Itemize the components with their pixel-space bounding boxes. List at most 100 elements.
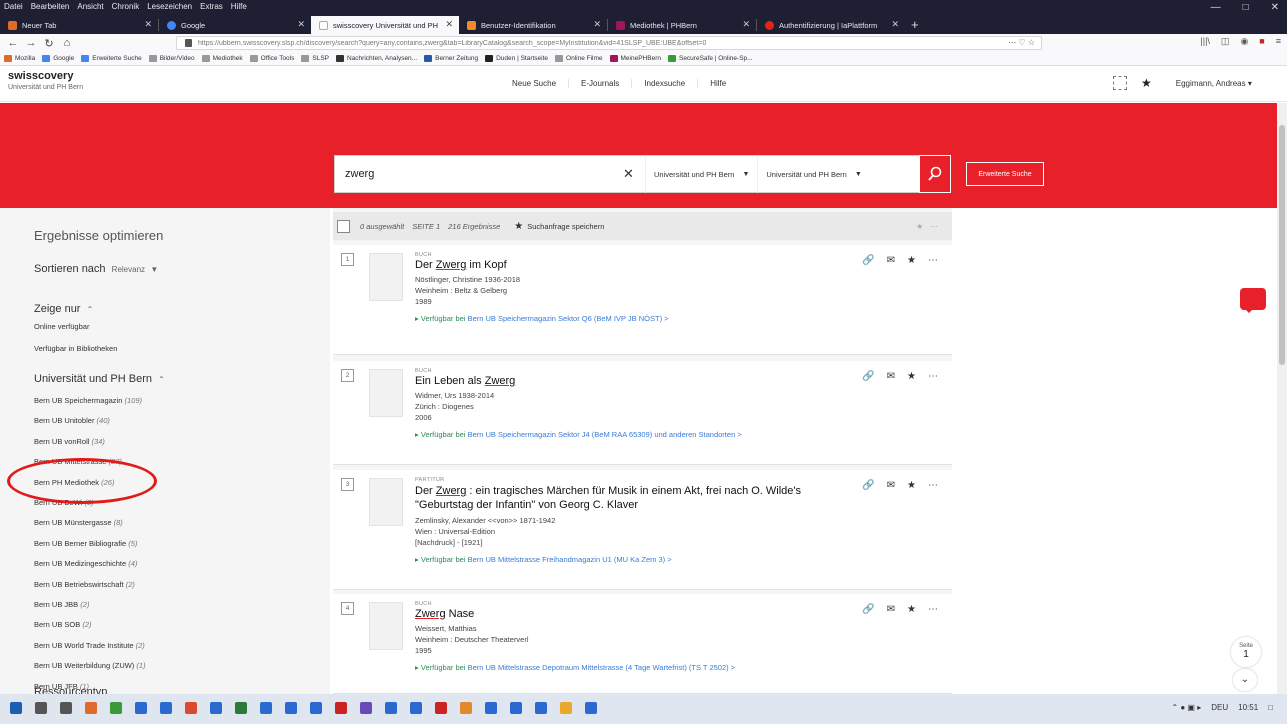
tab-google[interactable]: Google ✕: [159, 16, 311, 34]
library-facet-item[interactable]: Bern UB SOB (2): [34, 620, 92, 629]
cover-thumbnail[interactable]: [369, 602, 403, 650]
availability-status[interactable]: ▸ Verfügbar bei Bern UB Mittelstrasse Fr…: [415, 555, 672, 564]
result-card[interactable]: 3 PARTITUR Der Zwerg : ein tragisches Märc…: [333, 470, 952, 590]
email-icon[interactable]: ✉: [887, 480, 895, 491]
email-icon[interactable]: ✉: [887, 371, 895, 382]
taskbar-app-icon[interactable]: [335, 702, 347, 714]
clear-search-icon[interactable]: ✕: [623, 166, 645, 182]
back-icon[interactable]: ←: [4, 37, 22, 49]
email-icon[interactable]: ✉: [887, 255, 895, 266]
taskbar-app-icon[interactable]: [35, 702, 47, 714]
link-icon[interactable]: 🔗: [862, 371, 874, 382]
results-more-icon[interactable]: ★ ⋯: [916, 222, 938, 231]
close-tab-icon[interactable]: ✕: [445, 19, 453, 30]
close-tab-icon[interactable]: ✕: [144, 19, 152, 30]
tab-mediothek[interactable]: Mediothek | PHBern ✕: [608, 16, 756, 34]
close-tab-icon[interactable]: ✕: [742, 19, 750, 30]
bookmark-item[interactable]: Office Tools: [249, 55, 294, 62]
forward-icon[interactable]: →: [22, 37, 40, 49]
chat-icon[interactable]: [1240, 288, 1266, 313]
library-facet-heading[interactable]: Universität und PH Bern ⌃: [34, 373, 165, 385]
library-icon[interactable]: |||\: [1200, 36, 1210, 47]
close-tab-icon[interactable]: ✕: [297, 19, 305, 30]
taskbar-app-icon[interactable]: [385, 702, 397, 714]
menu-bearbeiten[interactable]: Bearbeiten: [31, 2, 70, 14]
taskbar-app-icon[interactable]: [235, 702, 247, 714]
user-menu[interactable]: Eggimann, Andreas ▾: [1176, 79, 1252, 88]
taskbar-app-icon[interactable]: [185, 702, 197, 714]
bookmark-item[interactable]: Bilder/Video: [148, 55, 195, 62]
taskbar-app-icon[interactable]: [410, 702, 422, 714]
brand-logo[interactable]: swisscovery Universität und PH Bern: [8, 70, 83, 91]
taskbar-app-icon[interactable]: [485, 702, 497, 714]
sort-control[interactable]: Sortieren nach Relevanz ▼: [34, 263, 158, 275]
pin-icon[interactable]: ★: [907, 255, 916, 266]
minimize-icon[interactable]: —: [1211, 2, 1221, 13]
taskbar-app-icon[interactable]: [210, 702, 222, 714]
library-facet-item[interactable]: Bern UB Münstergasse (8): [34, 518, 123, 527]
bookmark-item[interactable]: Nachrichten, Analysen...: [336, 55, 417, 62]
cover-thumbnail[interactable]: [369, 253, 403, 301]
notification-icon[interactable]: □: [1268, 703, 1273, 712]
bookmark-item[interactable]: Berner Zeitung: [424, 55, 478, 62]
search-input[interactable]: zwerg: [335, 168, 623, 180]
new-tab-icon[interactable]: +: [905, 16, 925, 34]
menu-extras[interactable]: Extras: [200, 2, 223, 14]
bookmark-item[interactable]: Mediothek: [201, 55, 243, 62]
scope-select-2[interactable]: Universität und PH Bern ▼: [757, 155, 869, 193]
tray-icons[interactable]: ⌃ ● ▣ ▸: [1171, 703, 1201, 712]
scroll-thumb[interactable]: [1279, 125, 1285, 365]
library-facet-item[interactable]: Bern UB Berner Bibliografie (5): [34, 539, 137, 548]
tab-swisscovery[interactable]: swisscovery Universität und PH ✕: [311, 16, 459, 34]
tab-neuer-tab[interactable]: Neuer Tab ✕: [0, 16, 158, 34]
pin-icon[interactable]: ★: [907, 480, 916, 491]
pin-icon[interactable]: ★: [907, 604, 916, 615]
result-title[interactable]: Der Zwerg im Kopf: [415, 259, 507, 271]
taskbar-app-icon[interactable]: [460, 702, 472, 714]
extension-icon[interactable]: ■: [1259, 36, 1264, 47]
facet-in-libraries[interactable]: Verfügbar in Bibliotheken: [34, 344, 117, 353]
more-icon[interactable]: ⋯: [928, 480, 938, 491]
facet-online[interactable]: Online verfügbar: [34, 322, 89, 331]
result-title[interactable]: Der Zwerg : ein tragisches Märchen für M…: [415, 484, 855, 512]
account-icon[interactable]: ◉: [1240, 36, 1248, 47]
bookmark-item[interactable]: Erweiterte Suche: [81, 55, 142, 62]
maximize-icon[interactable]: □: [1243, 2, 1249, 13]
more-icon[interactable]: ⋯: [928, 371, 938, 382]
library-facet-item[interactable]: Bern UB Weiterbildung (ZUW) (1): [34, 661, 146, 670]
library-facet-item[interactable]: Bern UB JBB (2): [34, 600, 89, 609]
taskbar-app-icon[interactable]: [560, 702, 572, 714]
bookmark-item[interactable]: Mozilla: [4, 55, 35, 62]
bookmark-item[interactable]: MeinePHBern: [609, 55, 661, 62]
language-indicator[interactable]: DEU: [1211, 703, 1228, 712]
library-facet-item[interactable]: Bern UB Speichermagazin (109): [34, 396, 142, 405]
taskbar-app-icon[interactable]: [60, 702, 72, 714]
taskbar-app-icon[interactable]: [535, 702, 547, 714]
taskbar-app-icon[interactable]: [160, 702, 172, 714]
taskbar-app-icon[interactable]: [110, 702, 122, 714]
pin-icon[interactable]: ★: [1141, 76, 1152, 90]
taskbar-app-icon[interactable]: [510, 702, 522, 714]
taskbar-app-icon[interactable]: [10, 702, 22, 714]
bookmark-item[interactable]: Online Filme: [555, 55, 603, 62]
menu-hilfe[interactable]: Hilfe: [231, 2, 247, 14]
library-facet-item[interactable]: Bern UB Betriebswirtschaft (2): [34, 580, 135, 589]
close-tab-icon[interactable]: ✕: [891, 19, 899, 30]
more-icon[interactable]: ⋯: [928, 255, 938, 266]
reload-icon[interactable]: ↻: [40, 37, 58, 50]
bookmark-item[interactable]: Google: [42, 55, 74, 62]
bookmark-item[interactable]: SecureSafe | Online-Sp...: [667, 55, 753, 62]
bookmark-item[interactable]: SLSP: [301, 55, 329, 62]
taskbar-app-icon[interactable]: [135, 702, 147, 714]
select-all-checkbox[interactable]: [337, 219, 350, 233]
menu-icon[interactable]: ≡: [1276, 36, 1281, 47]
search-button[interactable]: [919, 155, 951, 193]
sidebar-icon[interactable]: ◫: [1221, 36, 1230, 47]
link-icon[interactable]: 🔗: [862, 255, 874, 266]
page-scrollbar[interactable]: [1277, 103, 1287, 694]
taskbar-app-icon[interactable]: [360, 702, 372, 714]
close-tab-icon[interactable]: ✕: [593, 19, 601, 30]
library-facet-item[interactable]: Bern UB World Trade Institute (2): [34, 641, 145, 650]
menu-datei[interactable]: Datei: [4, 2, 23, 14]
menu-lesezeichen[interactable]: Lesezeichen: [147, 2, 192, 14]
